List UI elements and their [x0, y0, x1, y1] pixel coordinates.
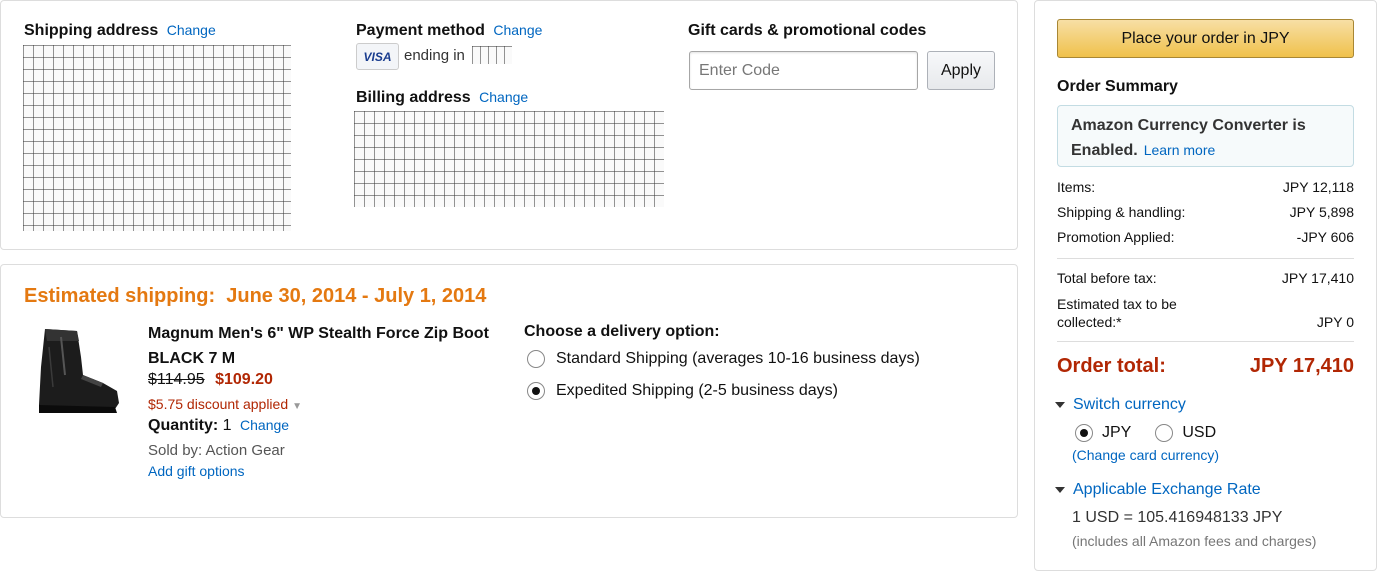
- order-summary-title: Order Summary: [1057, 78, 1178, 95]
- price-row: $114.95 $109.20: [148, 371, 273, 389]
- summary-line-before-tax: Total before tax: JPY 17,410: [1057, 270, 1354, 286]
- promo-code-input[interactable]: [689, 51, 918, 90]
- exchange-rate-label: Applicable Exchange Rate: [1073, 481, 1261, 498]
- original-price: $114.95: [148, 371, 205, 388]
- exchange-rate-value: 1 USD = 105.416948133 JPY: [1072, 509, 1283, 526]
- discount-applied[interactable]: $5.75 discount applied ▼: [148, 396, 302, 412]
- billing-address-redacted: [354, 111, 664, 207]
- summary-line-tax: Estimated tax to be collected:* JPY 0: [1057, 295, 1354, 331]
- card-ending-text: ending in: [404, 47, 465, 64]
- shipping-address-redacted: [23, 45, 291, 231]
- shipment-panel: Estimated shipping: June 30, 2014 - July…: [0, 264, 1018, 518]
- quantity-row: Quantity: 1 Change: [148, 417, 289, 435]
- chevron-down-icon[interactable]: ▼: [292, 401, 302, 412]
- summary-label: Promotion Applied:: [1057, 229, 1175, 245]
- standard-shipping-radio[interactable]: [527, 350, 545, 368]
- estimated-shipping-dates: June 30, 2014 - July 1, 2014: [226, 285, 487, 307]
- learn-more-link[interactable]: Learn more: [1144, 142, 1216, 158]
- sale-price: $109.20: [215, 371, 273, 388]
- summary-label: Total before tax:: [1057, 270, 1157, 286]
- order-total: Order total: JPY 17,410: [1057, 355, 1354, 378]
- summary-label: Shipping & handling:: [1057, 204, 1186, 220]
- caret-down-icon: [1055, 487, 1065, 493]
- caret-down-icon: [1055, 402, 1065, 408]
- apply-code-button[interactable]: Apply: [927, 51, 995, 90]
- summary-divider: [1057, 258, 1354, 259]
- summary-value: JPY 17,410: [1281, 270, 1354, 286]
- shipping-address-heading: Shipping address Change: [24, 22, 216, 40]
- summary-value: JPY 0: [1316, 314, 1354, 330]
- sold-by: Sold by: Action Gear: [148, 442, 285, 459]
- order-total-value: JPY 17,410: [1249, 355, 1354, 377]
- gift-cards-title: Gift cards & promotional codes: [688, 22, 927, 39]
- summary-divider: [1057, 341, 1354, 342]
- standard-shipping-label: Standard Shipping (averages 10-16 busine…: [556, 350, 920, 367]
- summary-value: JPY 5,898: [1289, 204, 1354, 220]
- payment-method-title: Payment method: [356, 22, 485, 39]
- summary-label: Estimated tax to be collected:*: [1057, 296, 1177, 330]
- gift-cards-heading: Gift cards & promotional codes: [688, 22, 926, 40]
- add-gift-options-link[interactable]: Add gift options: [148, 463, 245, 479]
- billing-address-heading: Billing address Change: [356, 89, 528, 107]
- card-number-redacted: [472, 46, 512, 64]
- summary-value: -JPY 606: [1296, 229, 1354, 245]
- order-summary-sidebar: Place your order in JPY Order Summary Am…: [1034, 0, 1377, 571]
- order-total-label: Order total:: [1057, 355, 1166, 377]
- billing-address-title: Billing address: [356, 89, 471, 106]
- currency-jpy-label: JPY: [1102, 424, 1132, 441]
- summary-label: Items:: [1057, 179, 1096, 195]
- shipping-address-title: Shipping address: [24, 22, 159, 39]
- expedited-shipping-radio[interactable]: [527, 382, 545, 400]
- summary-line-items: Items: JPY 12,118: [1057, 179, 1354, 195]
- currency-usd-radio[interactable]: [1155, 424, 1174, 442]
- currency-usd-label: USD: [1182, 424, 1217, 441]
- billing-address-change-link[interactable]: Change: [479, 89, 528, 105]
- delivery-options-title: Choose a delivery option:: [524, 323, 720, 340]
- summary-line-shipping: Shipping & handling: JPY 5,898: [1057, 204, 1354, 220]
- shipping-address-change-link[interactable]: Change: [167, 22, 216, 38]
- standard-shipping-option[interactable]: Standard Shipping (averages 10-16 busine…: [527, 350, 920, 368]
- place-order-button[interactable]: Place your order in JPY: [1057, 19, 1354, 58]
- boot-product-image[interactable]: [25, 327, 121, 417]
- product-title[interactable]: Magnum Men's 6" WP Stealth Force Zip Boo…: [148, 321, 508, 371]
- estimated-shipping-label: Estimated shipping:: [24, 285, 216, 307]
- quantity-value: 1: [222, 417, 232, 434]
- expedited-shipping-label: Expedited Shipping (2-5 business days): [556, 382, 838, 399]
- checkout-info-panel: Shipping address Change Payment method C…: [0, 0, 1018, 250]
- currency-converter-notice: Amazon Currency Converter is Enabled. Lea…: [1057, 105, 1354, 167]
- change-card-currency-link[interactable]: (Change card currency): [1072, 447, 1219, 463]
- summary-value: JPY 12,118: [1282, 179, 1354, 195]
- switch-currency-toggle[interactable]: Switch currency: [1055, 396, 1186, 414]
- visa-card-icon: VISA: [356, 43, 399, 70]
- payment-method-change-link[interactable]: Change: [493, 22, 542, 38]
- exchange-rate-note: (includes all Amazon fees and charges): [1072, 533, 1317, 549]
- discount-text: $5.75 discount applied: [148, 396, 289, 412]
- expedited-shipping-option[interactable]: Expedited Shipping (2-5 business days): [527, 382, 838, 400]
- currency-jpy-radio[interactable]: [1075, 424, 1093, 442]
- switch-currency-label: Switch currency: [1073, 396, 1186, 413]
- currency-options: JPY USD: [1075, 424, 1216, 442]
- payment-method-heading: Payment method Change: [356, 22, 542, 40]
- quantity-change-link[interactable]: Change: [240, 417, 289, 433]
- summary-line-promotion: Promotion Applied: -JPY 606: [1057, 229, 1354, 245]
- exchange-rate-toggle[interactable]: Applicable Exchange Rate: [1055, 481, 1261, 499]
- quantity-label: Quantity:: [148, 417, 219, 434]
- estimated-shipping: Estimated shipping: June 30, 2014 - July…: [24, 285, 486, 308]
